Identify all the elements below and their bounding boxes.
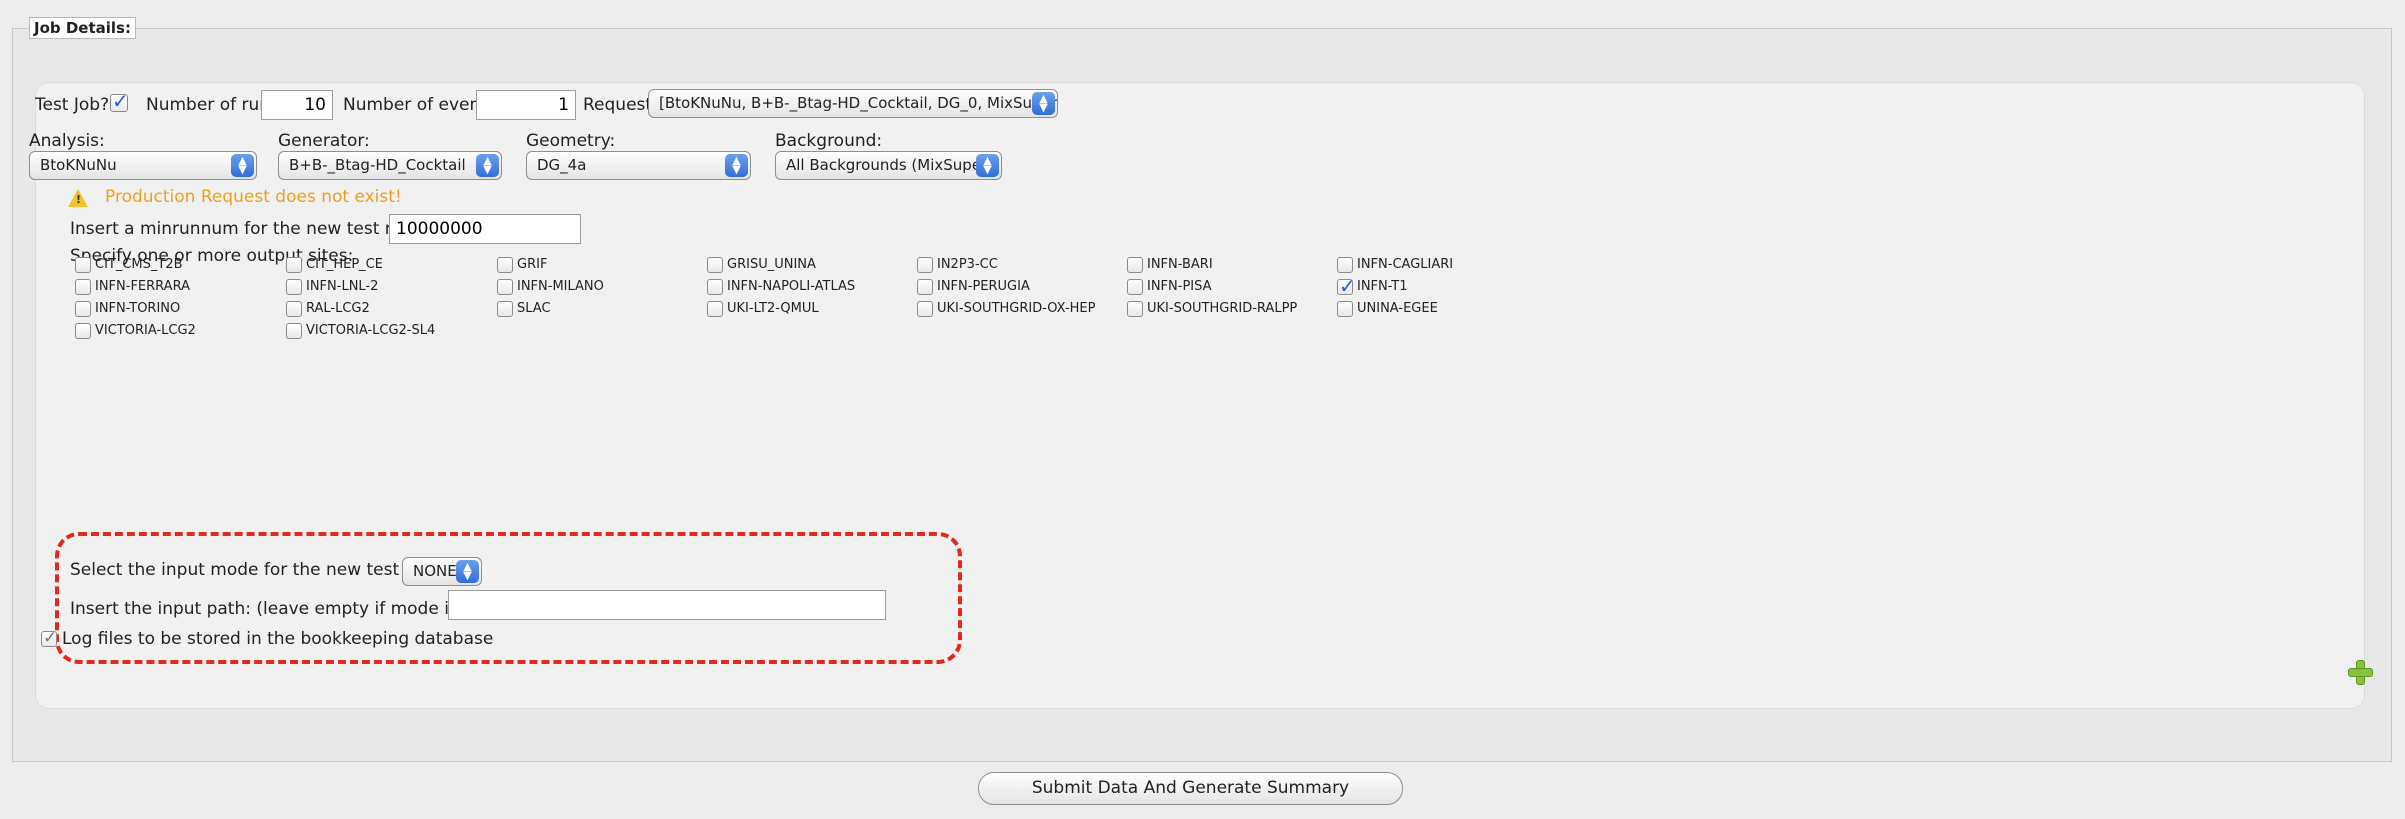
request-select-value: [BtoKNuNu, B+B-_Btag-HD_Cocktail, DG_0, … bbox=[659, 94, 1057, 112]
site-checkbox[interactable] bbox=[286, 257, 302, 273]
geometry-select-value: DG_4a bbox=[537, 156, 587, 174]
site-checkbox[interactable] bbox=[286, 279, 302, 295]
site-checkbox[interactable] bbox=[75, 279, 91, 295]
site-label: RAL-LCG2 bbox=[306, 301, 370, 316]
site-checkbox[interactable] bbox=[75, 301, 91, 317]
site-label: INFN-FERRARA bbox=[95, 279, 190, 294]
background-select[interactable]: All Backgrounds (MixSuperb ▲ ▼ bbox=[775, 151, 1002, 180]
test-job-label: Test Job? bbox=[35, 95, 110, 115]
site-label: SLAC bbox=[517, 301, 551, 316]
site-label: GRIF bbox=[517, 257, 548, 272]
up-down-arrows-icon: ▲ ▼ bbox=[1032, 92, 1055, 115]
analysis-select-value: BtoKNuNu bbox=[40, 156, 117, 174]
site-label: VICTORIA-LCG2-SL4 bbox=[306, 323, 436, 338]
site-checkbox[interactable] bbox=[1337, 301, 1353, 317]
up-down-arrows-icon: ▲ ▼ bbox=[976, 154, 999, 177]
warning-triangle-icon: ! bbox=[68, 189, 88, 207]
site-label: INFN-PERUGIA bbox=[937, 279, 1030, 294]
up-down-arrows-icon: ▲ ▼ bbox=[231, 154, 254, 177]
input-mode-select[interactable]: NONE ▲ ▼ bbox=[402, 557, 482, 586]
site-checkbox[interactable] bbox=[1337, 274, 1356, 298]
site-label: CIT_HEP_CE bbox=[306, 257, 383, 272]
up-down-arrows-icon: ▲ ▼ bbox=[476, 154, 499, 177]
site-label: IN2P3-CC bbox=[937, 257, 998, 272]
request-select[interactable]: [BtoKNuNu, B+B-_Btag-HD_Cocktail, DG_0, … bbox=[648, 89, 1058, 118]
site-label: INFN-NAPOLI-ATLAS bbox=[727, 279, 856, 294]
site-label: UNINA-EGEE bbox=[1357, 301, 1438, 316]
input-path-field[interactable] bbox=[448, 590, 886, 620]
site-label: INFN-BARI bbox=[1147, 257, 1213, 272]
request-label: Request: bbox=[583, 95, 658, 115]
site-checkbox[interactable] bbox=[707, 279, 723, 295]
site-checkbox[interactable] bbox=[707, 257, 723, 273]
generator-select[interactable]: B+B-_Btag-HD_Cocktail ▲ ▼ bbox=[278, 151, 502, 180]
generator-select-value: B+B-_Btag-HD_Cocktail bbox=[289, 156, 466, 174]
site-label: INFN-MILANO bbox=[517, 279, 604, 294]
minrun-input[interactable] bbox=[389, 214, 581, 244]
site-label: INFN-CAGLIARI bbox=[1357, 257, 1454, 272]
site-checkbox[interactable] bbox=[1127, 301, 1143, 317]
geometry-label: Geometry: bbox=[526, 131, 616, 151]
site-checkbox[interactable] bbox=[1127, 257, 1143, 273]
site-label: INFN-T1 bbox=[1357, 279, 1408, 294]
job-details-legend: Job Details: bbox=[29, 17, 136, 39]
site-label: VICTORIA-LCG2 bbox=[95, 323, 196, 338]
background-select-value: All Backgrounds (MixSuperb bbox=[786, 156, 997, 174]
site-label: INFN-LNL-2 bbox=[306, 279, 379, 294]
site-checkbox[interactable] bbox=[917, 301, 933, 317]
up-down-arrows-icon: ▲ ▼ bbox=[725, 154, 748, 177]
background-label: Background: bbox=[775, 131, 883, 151]
geometry-select[interactable]: DG_4a ▲ ▼ bbox=[526, 151, 751, 180]
site-checkbox[interactable] bbox=[1127, 279, 1143, 295]
site-checkbox[interactable] bbox=[497, 257, 513, 273]
submit-button[interactable]: Submit Data And Generate Summary bbox=[978, 772, 1403, 805]
test-job-checkbox[interactable] bbox=[110, 89, 129, 113]
site-checkbox[interactable] bbox=[497, 301, 513, 317]
up-down-arrows-icon: ▲ ▼ bbox=[456, 560, 479, 583]
log-files-label: Log files to be stored in the bookkeepin… bbox=[62, 629, 494, 649]
site-checkbox[interactable] bbox=[1337, 257, 1353, 273]
plus-icon[interactable] bbox=[2347, 659, 2373, 685]
site-checkbox[interactable] bbox=[75, 323, 91, 339]
site-label: UKI-SOUTHGRID-OX-HEP bbox=[937, 301, 1096, 316]
site-checkbox[interactable] bbox=[497, 279, 513, 295]
site-label: UKI-SOUTHGRID-RALPP bbox=[1147, 301, 1298, 316]
log-files-checkbox[interactable] bbox=[41, 628, 57, 648]
warning-message: Production Request does not exist! bbox=[105, 187, 402, 207]
events-input[interactable] bbox=[476, 90, 576, 120]
site-checkbox[interactable] bbox=[75, 257, 91, 273]
site-checkbox[interactable] bbox=[286, 323, 302, 339]
site-label: UKI-LT2-QMUL bbox=[727, 301, 819, 316]
generator-label: Generator: bbox=[278, 131, 370, 151]
analysis-label: Analysis: bbox=[29, 131, 105, 151]
site-checkbox[interactable] bbox=[707, 301, 723, 317]
site-label: CIT_CMS_T2B bbox=[95, 257, 183, 272]
input-mode-select-value: NONE bbox=[413, 562, 457, 580]
runs-input[interactable] bbox=[261, 90, 333, 120]
site-checkbox[interactable] bbox=[286, 301, 302, 317]
site-label: INFN-TORINO bbox=[95, 301, 181, 316]
site-label: INFN-PISA bbox=[1147, 279, 1212, 294]
analysis-select[interactable]: BtoKNuNu ▲ ▼ bbox=[29, 151, 257, 180]
site-checkbox[interactable] bbox=[917, 257, 933, 273]
site-checkbox[interactable] bbox=[917, 279, 933, 295]
site-label: GRISU_UNINA bbox=[727, 257, 816, 272]
